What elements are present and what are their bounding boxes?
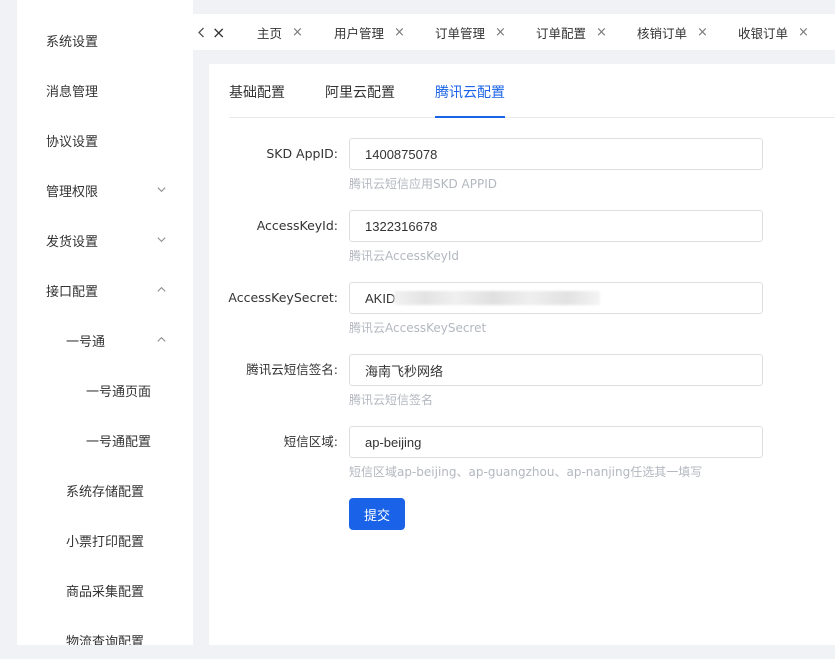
chevron-left-icon [198, 27, 204, 37]
tab-label: 用户管理 [334, 25, 385, 41]
sms-signature-field-box [349, 354, 763, 386]
tab-home[interactable]: 主页 × [257, 14, 303, 50]
tab-scroll-prev[interactable]: × [197, 14, 225, 50]
tab-bar: × 主页 × 用户管理 × 订单管理 × 订单配置 × 核销订单 × 收银订单 … [193, 14, 835, 50]
sidebar: 系统设置 消息管理 协议设置 管理权限 发货设置 接口配置 一号通 一号通页面 … [17, 0, 193, 645]
tab-user-management[interactable]: 用户管理 × [334, 14, 405, 50]
sms-signature-hint: 腾讯云短信签名 [349, 393, 434, 407]
sdk-appid-input[interactable] [350, 139, 762, 169]
chevron-down-icon [157, 187, 166, 193]
chevron-up-icon [157, 286, 166, 292]
close-icon[interactable]: × [212, 23, 225, 42]
sidebar-item-message-management[interactable]: 消息管理 [17, 65, 193, 115]
sidebar-item-api-config[interactable]: 接口配置 [17, 265, 193, 315]
active-tab-indicator [435, 116, 505, 118]
close-icon[interactable]: × [394, 25, 405, 40]
sidebar-item-logistics-query-config[interactable]: 物流查询配置 [17, 615, 193, 646]
sidebar-item-label: 一号通配置 [86, 434, 152, 450]
tab-verify-orders[interactable]: 核销订单 × [637, 14, 708, 50]
access-key-id-hint: 腾讯云AccessKeyId [349, 249, 459, 263]
access-key-id-input[interactable] [350, 211, 762, 241]
sidebar-item-label: 系统存储配置 [66, 484, 145, 500]
sms-region-input[interactable] [350, 427, 762, 457]
tab-order-config[interactable]: 订单配置 × [536, 14, 607, 50]
close-icon[interactable]: × [596, 25, 607, 40]
chevron-up-icon [157, 336, 166, 342]
close-icon[interactable]: × [697, 25, 708, 40]
access-key-secret-field-box [349, 282, 763, 314]
tab-cashier-orders[interactable]: 收银订单 × [738, 14, 809, 50]
sms-region-hint: 短信区域ap-beijing、ap-guangzhou、ap-nanjing任选… [349, 465, 703, 479]
redacted-secret-mask [394, 291, 600, 305]
access-key-id-label: AccessKeyId: [256, 218, 338, 233]
form-row-sdk-appid: SKD AppID: 腾讯云短信应用SKD APPID [209, 138, 835, 210]
tabs-divider [229, 117, 835, 118]
sidebar-item-label: 小票打印配置 [66, 534, 145, 550]
tab-label: 订单管理 [435, 25, 486, 41]
form-row-access-key-secret: AccessKeySecret: 腾讯云AccessKeySecret [209, 282, 835, 354]
close-icon[interactable]: × [798, 25, 809, 40]
access-key-secret-hint: 腾讯云AccessKeySecret [349, 321, 487, 335]
sdk-appid-hint: 腾讯云短信应用SKD APPID [349, 177, 498, 191]
sidebar-item-yihaotong[interactable]: 一号通 [17, 315, 193, 365]
close-icon[interactable]: × [495, 25, 506, 40]
submit-button[interactable]: 提交 [349, 498, 405, 530]
tab-label: 订单配置 [536, 25, 587, 41]
tab-aliyun-config[interactable]: 阿里云配置 [325, 82, 395, 102]
access-key-secret-label: AccessKeySecret: [228, 290, 338, 305]
form-row-sms-region: 短信区域: 短信区域ap-beijing、ap-guangzhou、ap-nan… [209, 426, 835, 498]
sdk-appid-field-box [349, 138, 763, 170]
sidebar-item-yihaotong-config[interactable]: 一号通配置 [17, 415, 193, 465]
sidebar-item-label: 发货设置 [46, 234, 99, 250]
sidebar-item-label: 物流查询配置 [66, 634, 145, 646]
sms-region-field-box [349, 426, 763, 458]
form-row-sms-signature: 腾讯云短信签名: 腾讯云短信签名 [209, 354, 835, 426]
sidebar-item-shipping-settings[interactable]: 发货设置 [17, 215, 193, 265]
form-row-access-key-id: AccessKeyId: 腾讯云AccessKeyId [209, 210, 835, 282]
tab-label: 收银订单 [738, 25, 789, 41]
tab-tencent-cloud-config[interactable]: 腾讯云配置 [435, 82, 505, 102]
sms-region-label: 短信区域: [283, 434, 338, 449]
sidebar-item-admin-permissions[interactable]: 管理权限 [17, 165, 193, 215]
sidebar-item-label: 系统设置 [46, 34, 99, 50]
sidebar-item-system-settings[interactable]: 系统设置 [17, 15, 193, 65]
sidebar-item-label: 消息管理 [46, 84, 99, 100]
sms-signature-label: 腾讯云短信签名: [246, 362, 338, 377]
sidebar-item-receipt-print-config[interactable]: 小票打印配置 [17, 515, 193, 565]
sidebar-item-label: 接口配置 [46, 284, 99, 300]
tab-basic-config[interactable]: 基础配置 [229, 82, 285, 102]
chevron-down-icon [157, 237, 166, 243]
sidebar-item-label: 一号通 [66, 334, 106, 350]
sidebar-item-product-collect-config[interactable]: 商品采集配置 [17, 565, 193, 615]
sms-signature-input[interactable] [350, 355, 762, 385]
sidebar-item-yihaotong-page[interactable]: 一号通页面 [17, 365, 193, 415]
tab-label: 核销订单 [637, 25, 688, 41]
sidebar-item-agreement-settings[interactable]: 协议设置 [17, 115, 193, 165]
sidebar-item-storage-config[interactable]: 系统存储配置 [17, 465, 193, 515]
sidebar-item-label: 一号通页面 [86, 384, 152, 400]
sidebar-item-label: 协议设置 [46, 134, 99, 150]
close-icon[interactable]: × [292, 25, 303, 40]
config-card: 基础配置 阿里云配置 腾讯云配置 SKD AppID: 腾讯云短信应用SKD A… [209, 64, 835, 645]
sidebar-item-label: 商品采集配置 [66, 584, 145, 600]
tab-label: 主页 [257, 25, 283, 41]
tab-order-management[interactable]: 订单管理 × [435, 14, 506, 50]
sdk-appid-label: SKD AppID: [266, 146, 338, 161]
sidebar-item-label: 管理权限 [46, 184, 99, 200]
access-key-id-field-box [349, 210, 763, 242]
